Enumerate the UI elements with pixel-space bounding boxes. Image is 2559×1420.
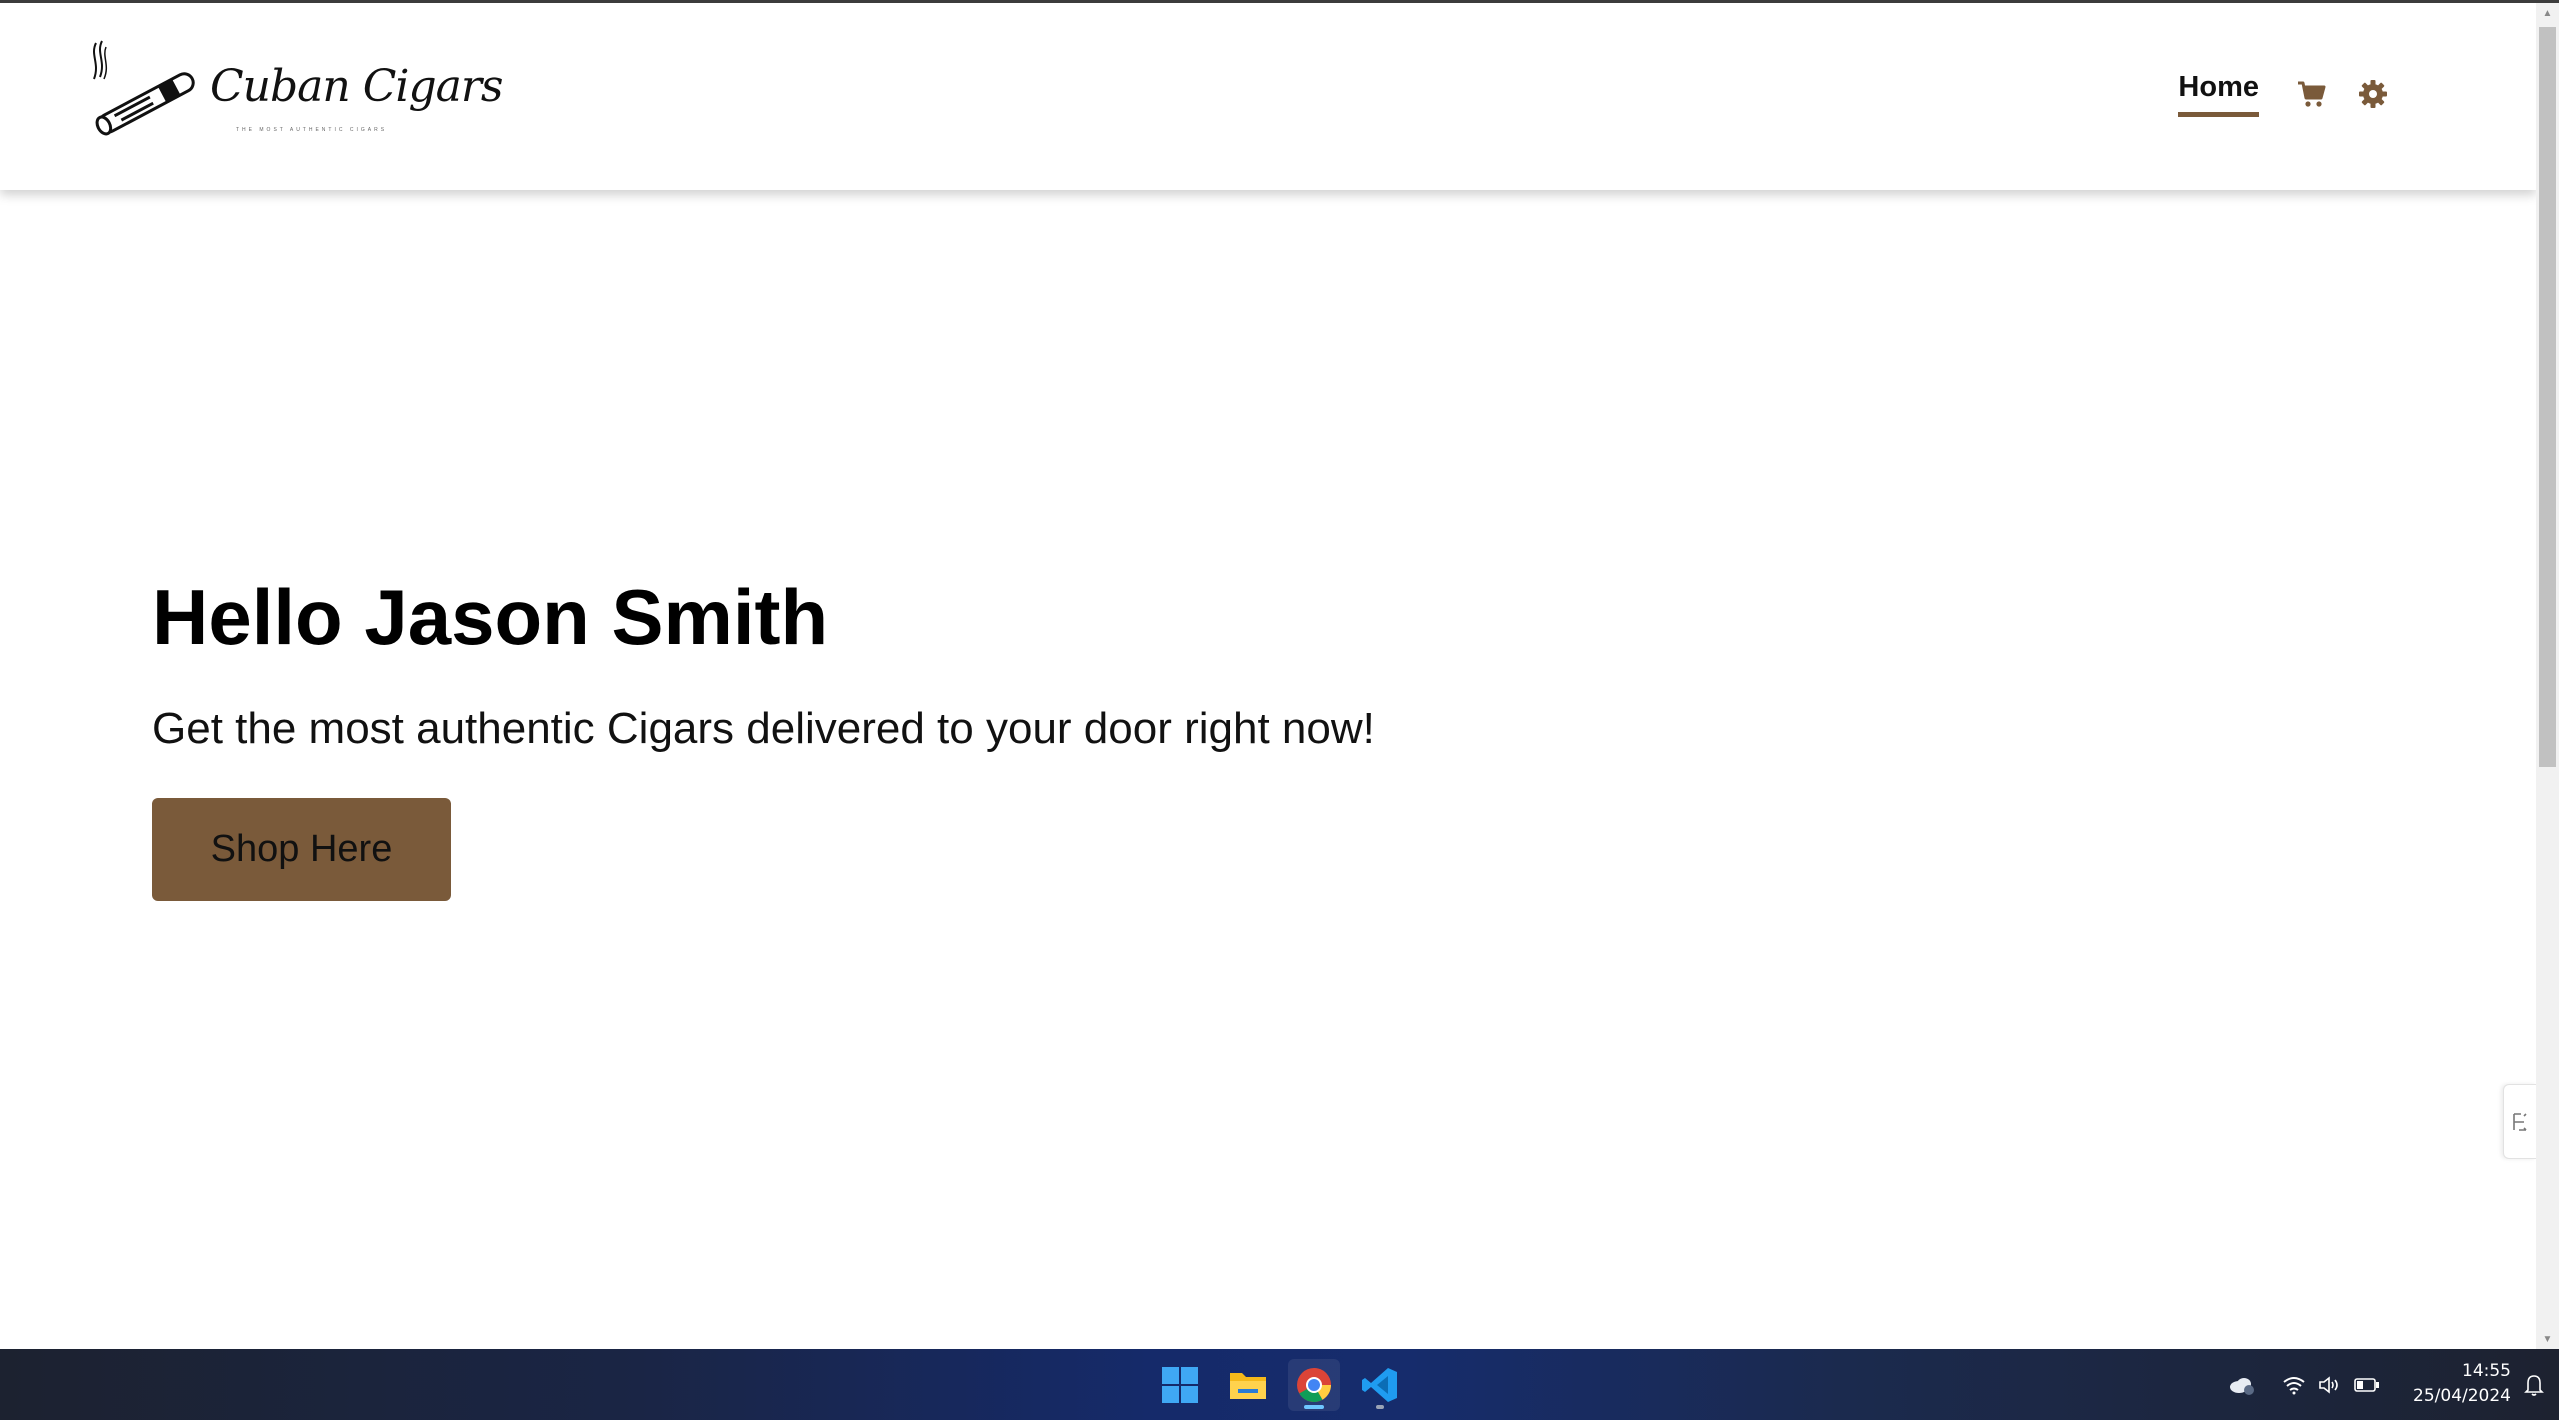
clock-time: 14:55 <box>2462 1361 2511 1381</box>
cart-icon[interactable] <box>2295 78 2327 110</box>
hero-title: Hello Jason Smith <box>152 573 829 661</box>
scroll-down-arrow-icon[interactable]: ▼ <box>2536 1329 2559 1349</box>
side-panel-icon <box>2513 1112 2527 1131</box>
scroll-thumb[interactable] <box>2539 27 2556 767</box>
hero-subtitle: Get the most authentic Cigars delivered … <box>152 704 1375 753</box>
clock-date: 25/04/2024 <box>2413 1386 2511 1406</box>
site-logo[interactable]: Cuban Cigars THE MOST AUTHENTIC CIGARS <box>86 39 503 139</box>
site-header: Cuban Cigars THE MOST AUTHENTIC CIGARS H… <box>0 3 2536 190</box>
notification-bell-icon[interactable] <box>2523 1373 2545 1397</box>
side-panel-toggle[interactable] <box>2503 1084 2536 1159</box>
chrome-icon[interactable] <box>1288 1359 1340 1411</box>
logo-tagline: THE MOST AUTHENTIC CIGARS <box>236 127 388 133</box>
hero-section: Hello Jason Smith Get the most authentic… <box>152 578 1375 901</box>
taskbar-clock[interactable]: 14:55 25/04/2024 <box>2413 1359 2511 1409</box>
open-app-indicator <box>1376 1405 1384 1409</box>
logo-text: Cuban Cigars <box>210 61 503 112</box>
shop-here-button[interactable]: Shop Here <box>152 798 451 901</box>
page-viewport: Cuban Cigars THE MOST AUTHENTIC CIGARS H… <box>0 3 2536 1349</box>
cigar-logo-icon <box>93 40 195 136</box>
main-nav: Home <box>2178 71 2389 117</box>
file-explorer-icon[interactable] <box>1222 1359 1274 1411</box>
nav-home-link[interactable]: Home <box>2178 71 2259 117</box>
page-scrollbar[interactable]: ▲ ▼ <box>2536 3 2559 1349</box>
weather-cloud-icon[interactable] <box>2228 1374 2256 1396</box>
system-tray <box>2228 1349 2380 1420</box>
start-icon[interactable] <box>1154 1359 1206 1411</box>
gear-icon[interactable] <box>2357 78 2389 110</box>
scroll-up-arrow-icon[interactable]: ▲ <box>2536 3 2559 23</box>
vscode-icon[interactable] <box>1354 1359 1406 1411</box>
active-app-indicator <box>1304 1405 1324 1409</box>
wifi-icon[interactable] <box>2282 1375 2306 1395</box>
windows-taskbar: 14:55 25/04/2024 <box>0 1349 2559 1420</box>
battery-icon[interactable] <box>2354 1377 2380 1393</box>
volume-icon[interactable] <box>2318 1375 2342 1395</box>
